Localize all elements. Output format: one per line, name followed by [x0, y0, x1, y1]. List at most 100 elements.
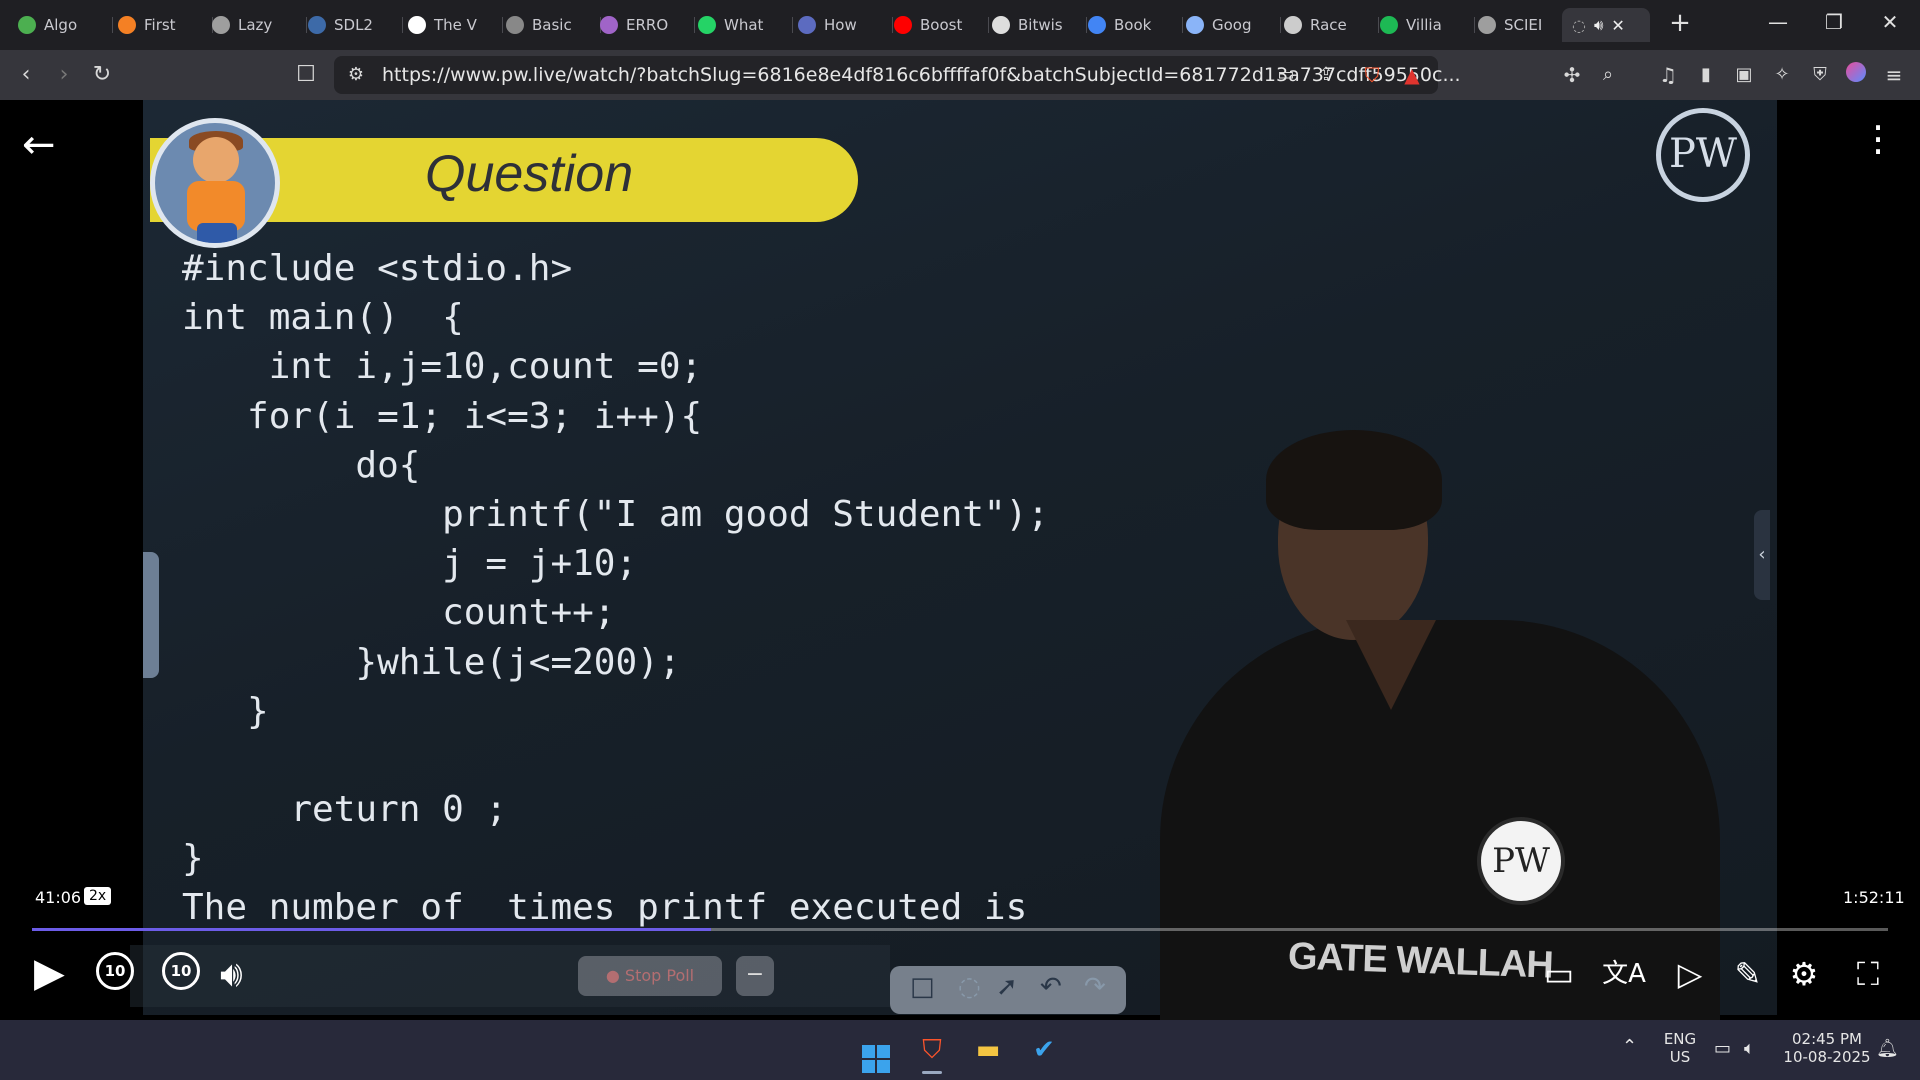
banner-title: Question [425, 145, 634, 203]
sidebar-icon[interactable]: ▮ [1692, 62, 1720, 88]
tab-5[interactable]: The V [408, 8, 490, 42]
tab-6[interactable]: Basic [506, 8, 588, 42]
region-label: US [1669, 1048, 1691, 1066]
reload-icon[interactable]: ↻ [88, 62, 116, 88]
side-panel-handle[interactable] [143, 552, 159, 678]
code-line: count++; [182, 592, 616, 634]
extensions-icon[interactable]: ✣ [1558, 62, 1586, 88]
translate-icon[interactable]: 文A [1602, 952, 1646, 996]
tab-9[interactable]: How [798, 8, 880, 42]
rewards-icon[interactable]: ▲ [1398, 62, 1426, 88]
profile-icon[interactable] [1842, 62, 1870, 88]
tab-label: Bitwis [1018, 16, 1063, 34]
tab-separator [112, 17, 113, 33]
speaker-tray-icon[interactable]: 🔈︎ [1744, 1038, 1755, 1059]
tab-14[interactable]: Race [1284, 8, 1366, 42]
pw-logo: PW [1656, 108, 1750, 202]
tab-3[interactable]: Lazy [212, 8, 294, 42]
close-icon[interactable]: ✕ [1611, 16, 1624, 35]
site-info-icon[interactable]: ⚙ [342, 62, 370, 88]
code-line: for(i =1; i<=3; i++){ [182, 395, 703, 437]
tab-1[interactable]: Algo [18, 8, 100, 42]
tab-active[interactable]: ◌ 🔊︎ ✕ [1562, 8, 1650, 42]
clock[interactable]: 02:45 PM 10-08-2025 [1782, 1030, 1872, 1066]
chat-icon[interactable]: ▭ [1537, 952, 1581, 996]
tab-16[interactable]: SCIEI [1478, 8, 1560, 42]
settings-icon[interactable]: ⚙ [1782, 952, 1826, 996]
music-icon[interactable]: ♫ [1654, 62, 1682, 88]
leo-icon[interactable]: ✧ [1768, 62, 1796, 88]
forward-10-icon[interactable]: 10 [162, 952, 200, 990]
tab-label: Goog [1212, 16, 1252, 34]
code-line: printf("I am good Student"); [182, 493, 1049, 535]
notes-icon[interactable]: ✎ [1726, 952, 1770, 996]
new-tab-button[interactable]: + [1660, 8, 1700, 38]
tab-12[interactable]: Book [1088, 8, 1170, 42]
language-indicator[interactable]: ENG US [1660, 1030, 1700, 1066]
code-line: }while(j<=200); [182, 641, 681, 683]
restore-button[interactable]: ❐ [1814, 10, 1854, 34]
fullscreen-icon[interactable]: ⛶ [1846, 952, 1890, 996]
whatsapp-icon [698, 16, 716, 34]
tab-11[interactable]: Bitwis [992, 8, 1074, 42]
share-icon[interactable]: ⇪ [1312, 62, 1340, 88]
tray-overflow-icon[interactable]: ⌃ [1622, 1036, 1637, 1057]
code-line: int main() { [182, 297, 464, 339]
clock-date: 10-08-2025 [1783, 1048, 1871, 1066]
vpn-icon[interactable]: ⛨ [1806, 62, 1834, 88]
google-icon [1088, 16, 1106, 34]
vscode-icon[interactable]: ✔ [1026, 1032, 1062, 1068]
tab-separator [1378, 17, 1379, 33]
windows-start-icon[interactable] [858, 1032, 894, 1073]
progress-bar[interactable] [32, 928, 1888, 931]
openai-icon [1284, 16, 1302, 34]
tab-label: SDL2 [334, 16, 373, 34]
brave-browser-icon[interactable]: ⛉ [914, 1032, 950, 1068]
volume-icon[interactable]: 🔊︎ [220, 954, 243, 996]
tab-separator [792, 17, 793, 33]
rewind-10-icon[interactable]: 10 [96, 952, 134, 990]
cast-icon[interactable]: ▭ [1272, 62, 1300, 88]
tab-4[interactable]: SDL2 [308, 8, 390, 42]
minimize-button[interactable]: — [1758, 10, 1798, 34]
tab-13[interactable]: Goog [1186, 8, 1268, 42]
play-icon[interactable]: ▶ [34, 950, 65, 996]
more-options-icon[interactable]: · · · [1868, 109, 1888, 171]
speaker-icon[interactable]: 🔊︎ [1594, 16, 1603, 34]
menu-icon[interactable]: ≡ [1880, 62, 1908, 88]
chevron-left-icon[interactable]: ‹ [1754, 510, 1770, 600]
back-icon[interactable]: ‹ [12, 62, 40, 88]
redo-tool-icon: ↷ [1084, 972, 1106, 1002]
tab-15[interactable]: Villia [1380, 8, 1462, 42]
stop-poll-button[interactable]: ● Stop Poll [578, 956, 722, 996]
playlist-icon[interactable]: ▷ [1668, 952, 1712, 996]
code-line: int i,j=10,count =0; [182, 346, 703, 388]
forward-icon[interactable]: › [50, 62, 78, 88]
bookmark-icon[interactable]: ☐ [292, 62, 320, 88]
clock-time: 02:45 PM [1792, 1030, 1862, 1048]
wallet-icon[interactable]: ▣ [1730, 62, 1758, 88]
algo-icon [18, 16, 36, 34]
notification-bell-icon[interactable]: 🔔︎ [1876, 1038, 1899, 1059]
code-line: return 0 ; [182, 789, 508, 831]
speed-badge[interactable]: 2x [84, 887, 112, 905]
network-icon[interactable]: ▭ [1714, 1038, 1731, 1059]
tab-label: Book [1114, 16, 1152, 34]
close-window-button[interactable]: ✕ [1870, 10, 1910, 34]
tab-8[interactable]: What [698, 8, 780, 42]
search-icon[interactable]: ⌕ [1594, 62, 1622, 88]
minus-button[interactable]: − [736, 956, 774, 996]
tab-label: The V [434, 16, 477, 34]
back-arrow-icon[interactable]: ← [22, 122, 56, 168]
brave-shield-icon[interactable]: ⛉ [1358, 62, 1386, 88]
tab-10[interactable]: Boost [894, 8, 976, 42]
code-line: } [182, 690, 269, 732]
instructor-image [1150, 430, 1770, 1040]
file-explorer-icon[interactable]: ▬ [970, 1032, 1006, 1068]
tab-7[interactable]: ERRO [600, 8, 682, 42]
tab-label: How [824, 16, 857, 34]
tab-2[interactable]: First [118, 8, 200, 42]
tab-separator [402, 17, 403, 33]
bookmark-icon [798, 16, 816, 34]
